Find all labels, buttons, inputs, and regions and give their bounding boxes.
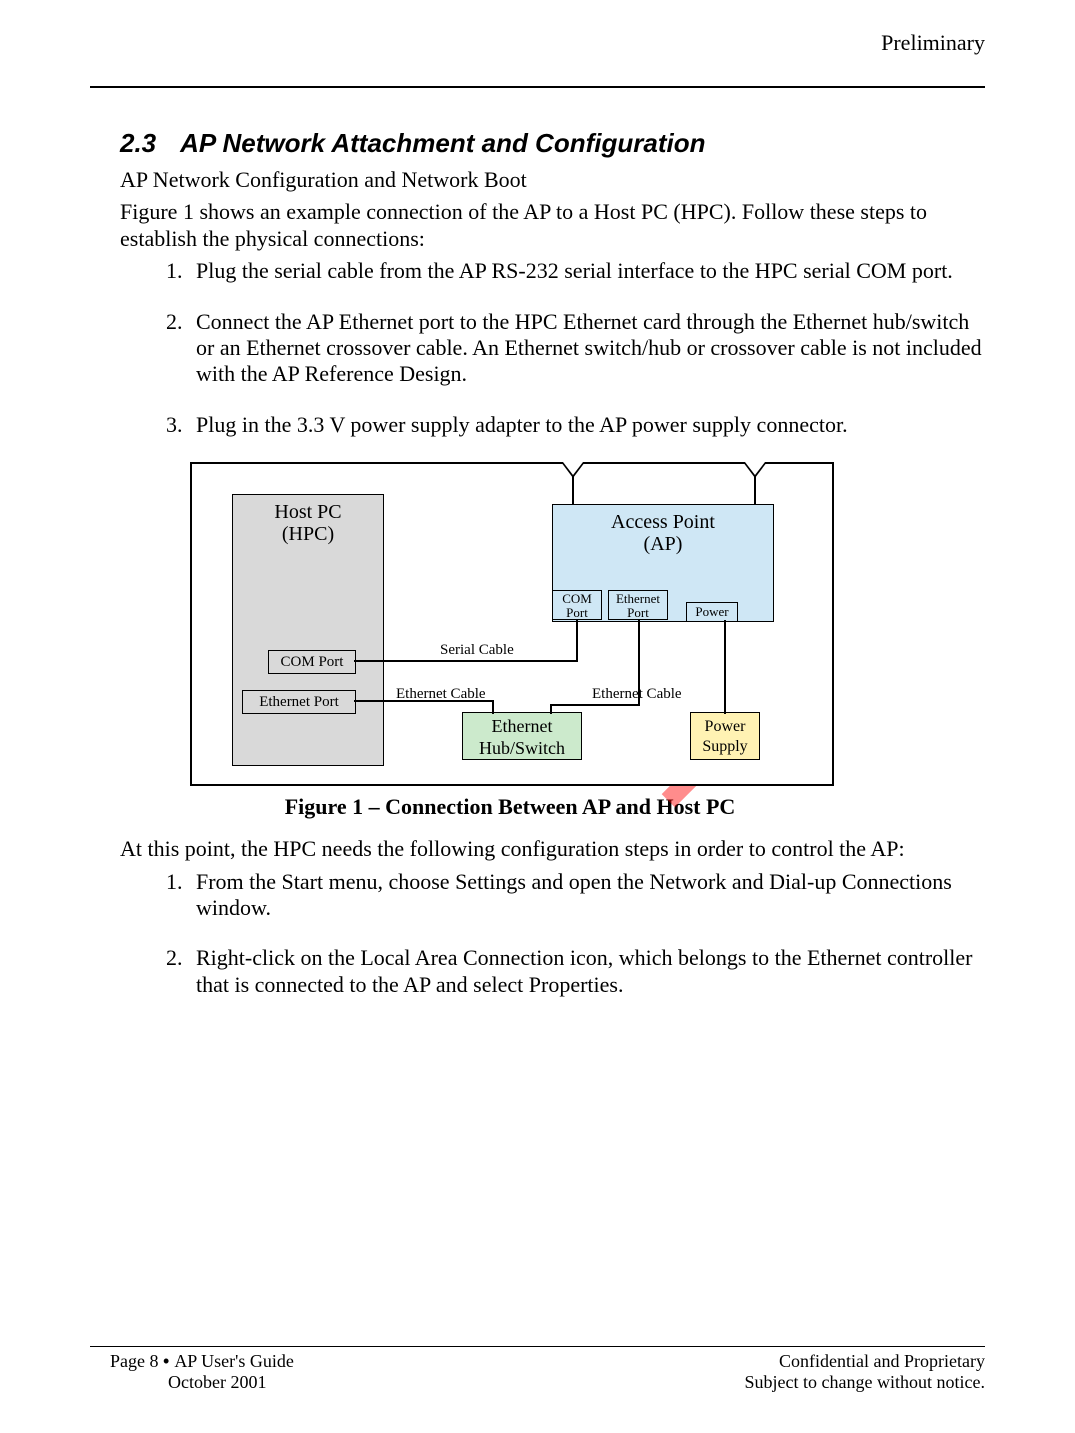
antenna-stem — [572, 476, 574, 504]
antenna-icon-inner — [745, 462, 765, 475]
serial-cable-label: Serial Cable — [440, 642, 514, 659]
ap-title-l2: (AP) — [644, 533, 683, 555]
preliminary-label: Preliminary — [90, 30, 985, 56]
power-cable-line — [724, 620, 726, 714]
ethernet-cable-line — [492, 700, 494, 714]
page-footer: Page 8 • AP User's Guide Confidential an… — [90, 1346, 985, 1393]
ap-power-port: Power — [686, 602, 738, 622]
footer-guide: AP User's Guide — [174, 1351, 294, 1371]
ethernet-hub-box: EthernetHub/Switch — [462, 712, 582, 760]
serial-cable-line — [576, 620, 578, 662]
footer-confidential: Confidential and Proprietary — [779, 1351, 985, 1372]
figure-caption: Figure 1 – Connection Between AP and Hos… — [190, 794, 830, 820]
figure-diagram: Host PC (HPC) COM Port Ethernet Port Acc… — [190, 462, 834, 786]
section-number: 2.3 — [120, 128, 156, 159]
step-a-1: Plug the serial cable from the AP RS-232… — [188, 258, 985, 284]
top-rule — [90, 86, 985, 88]
section-title: AP Network Attachment and Configuration — [180, 128, 705, 158]
ethernet-cable-label-2: Ethernet Cable — [592, 686, 682, 703]
intro-line-2: Figure 1 shows an example connection of … — [120, 199, 985, 252]
footer-notice: Subject to change without notice. — [745, 1372, 985, 1393]
intro-line-1: AP Network Configuration and Network Boo… — [120, 167, 985, 193]
footer-page: Page 8 — [110, 1351, 159, 1371]
step-a-2: Connect the AP Ethernet port to the HPC … — [188, 309, 985, 388]
footer-date: October 2001 — [90, 1372, 266, 1393]
post-figure-text: At this point, the HPC needs the followi… — [120, 836, 985, 862]
ethernet-cable-line — [638, 620, 640, 704]
antenna-icon-inner — [563, 462, 583, 475]
antenna-stem — [754, 476, 756, 504]
hpc-com-port: COM Port — [268, 650, 356, 674]
host-pc-box: Host PC (HPC) — [232, 494, 384, 766]
serial-cable-line — [354, 660, 576, 662]
hpc-title-l2: (HPC) — [282, 523, 334, 545]
ap-eth-port: EthernetPort — [608, 590, 668, 620]
ap-title-l1: Access Point — [611, 511, 715, 533]
hpc-eth-port: Ethernet Port — [242, 690, 356, 714]
ap-com-port: COMPort — [552, 590, 602, 620]
bullet-icon: • — [163, 1351, 174, 1371]
step-a-3: Plug in the 3.3 V power supply adapter t… — [188, 412, 985, 438]
ethernet-cable-line — [550, 704, 552, 714]
ethernet-cable-line — [354, 700, 492, 702]
ethernet-cable-line — [550, 704, 640, 706]
figure-1: Host PC (HPC) COM Port Ethernet Port Acc… — [190, 462, 985, 820]
step-b-1: From the Start menu, choose Settings and… — [188, 869, 985, 922]
footer-rule — [90, 1346, 985, 1347]
hpc-title-l1: Host PC — [274, 501, 341, 523]
section-heading: 2.3 AP Network Attachment and Configurati… — [120, 128, 985, 159]
power-supply-box: PowerSupply — [690, 712, 760, 760]
steps-list-a: Plug the serial cable from the AP RS-232… — [120, 258, 985, 438]
step-b-2: Right-click on the Local Area Connection… — [188, 945, 985, 998]
steps-list-b: From the Start menu, choose Settings and… — [120, 869, 985, 999]
